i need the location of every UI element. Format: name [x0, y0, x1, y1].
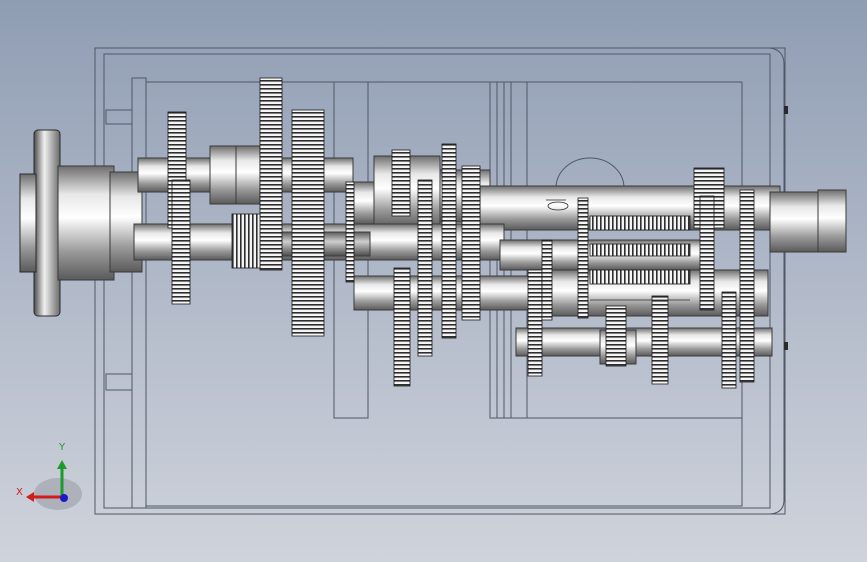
y-axis-arrow [57, 460, 67, 469]
gear [739, 189, 755, 383]
y-axis-label: Y [59, 442, 66, 453]
gear [417, 179, 433, 357]
orientation-triad [26, 460, 82, 510]
gear [699, 195, 715, 311]
gear [461, 165, 481, 321]
input-flange [19, 129, 143, 317]
x-axis-label: X [16, 487, 23, 498]
gear [171, 179, 191, 305]
cad-graphics-viewport[interactable]: X Y [0, 0, 867, 562]
gearbox-model[interactable] [0, 0, 867, 562]
gear [605, 305, 627, 367]
gear [541, 239, 553, 321]
gear [391, 149, 411, 217]
gear [441, 143, 457, 339]
gear [527, 269, 543, 377]
gear [231, 213, 261, 269]
gear [345, 181, 355, 283]
gear [651, 295, 669, 385]
z-axis-dot [60, 494, 68, 502]
gear [721, 291, 737, 389]
gear [291, 109, 325, 337]
gear [393, 267, 411, 387]
gear [577, 197, 589, 319]
x-axis-arrow [26, 492, 34, 502]
gear [259, 77, 283, 271]
